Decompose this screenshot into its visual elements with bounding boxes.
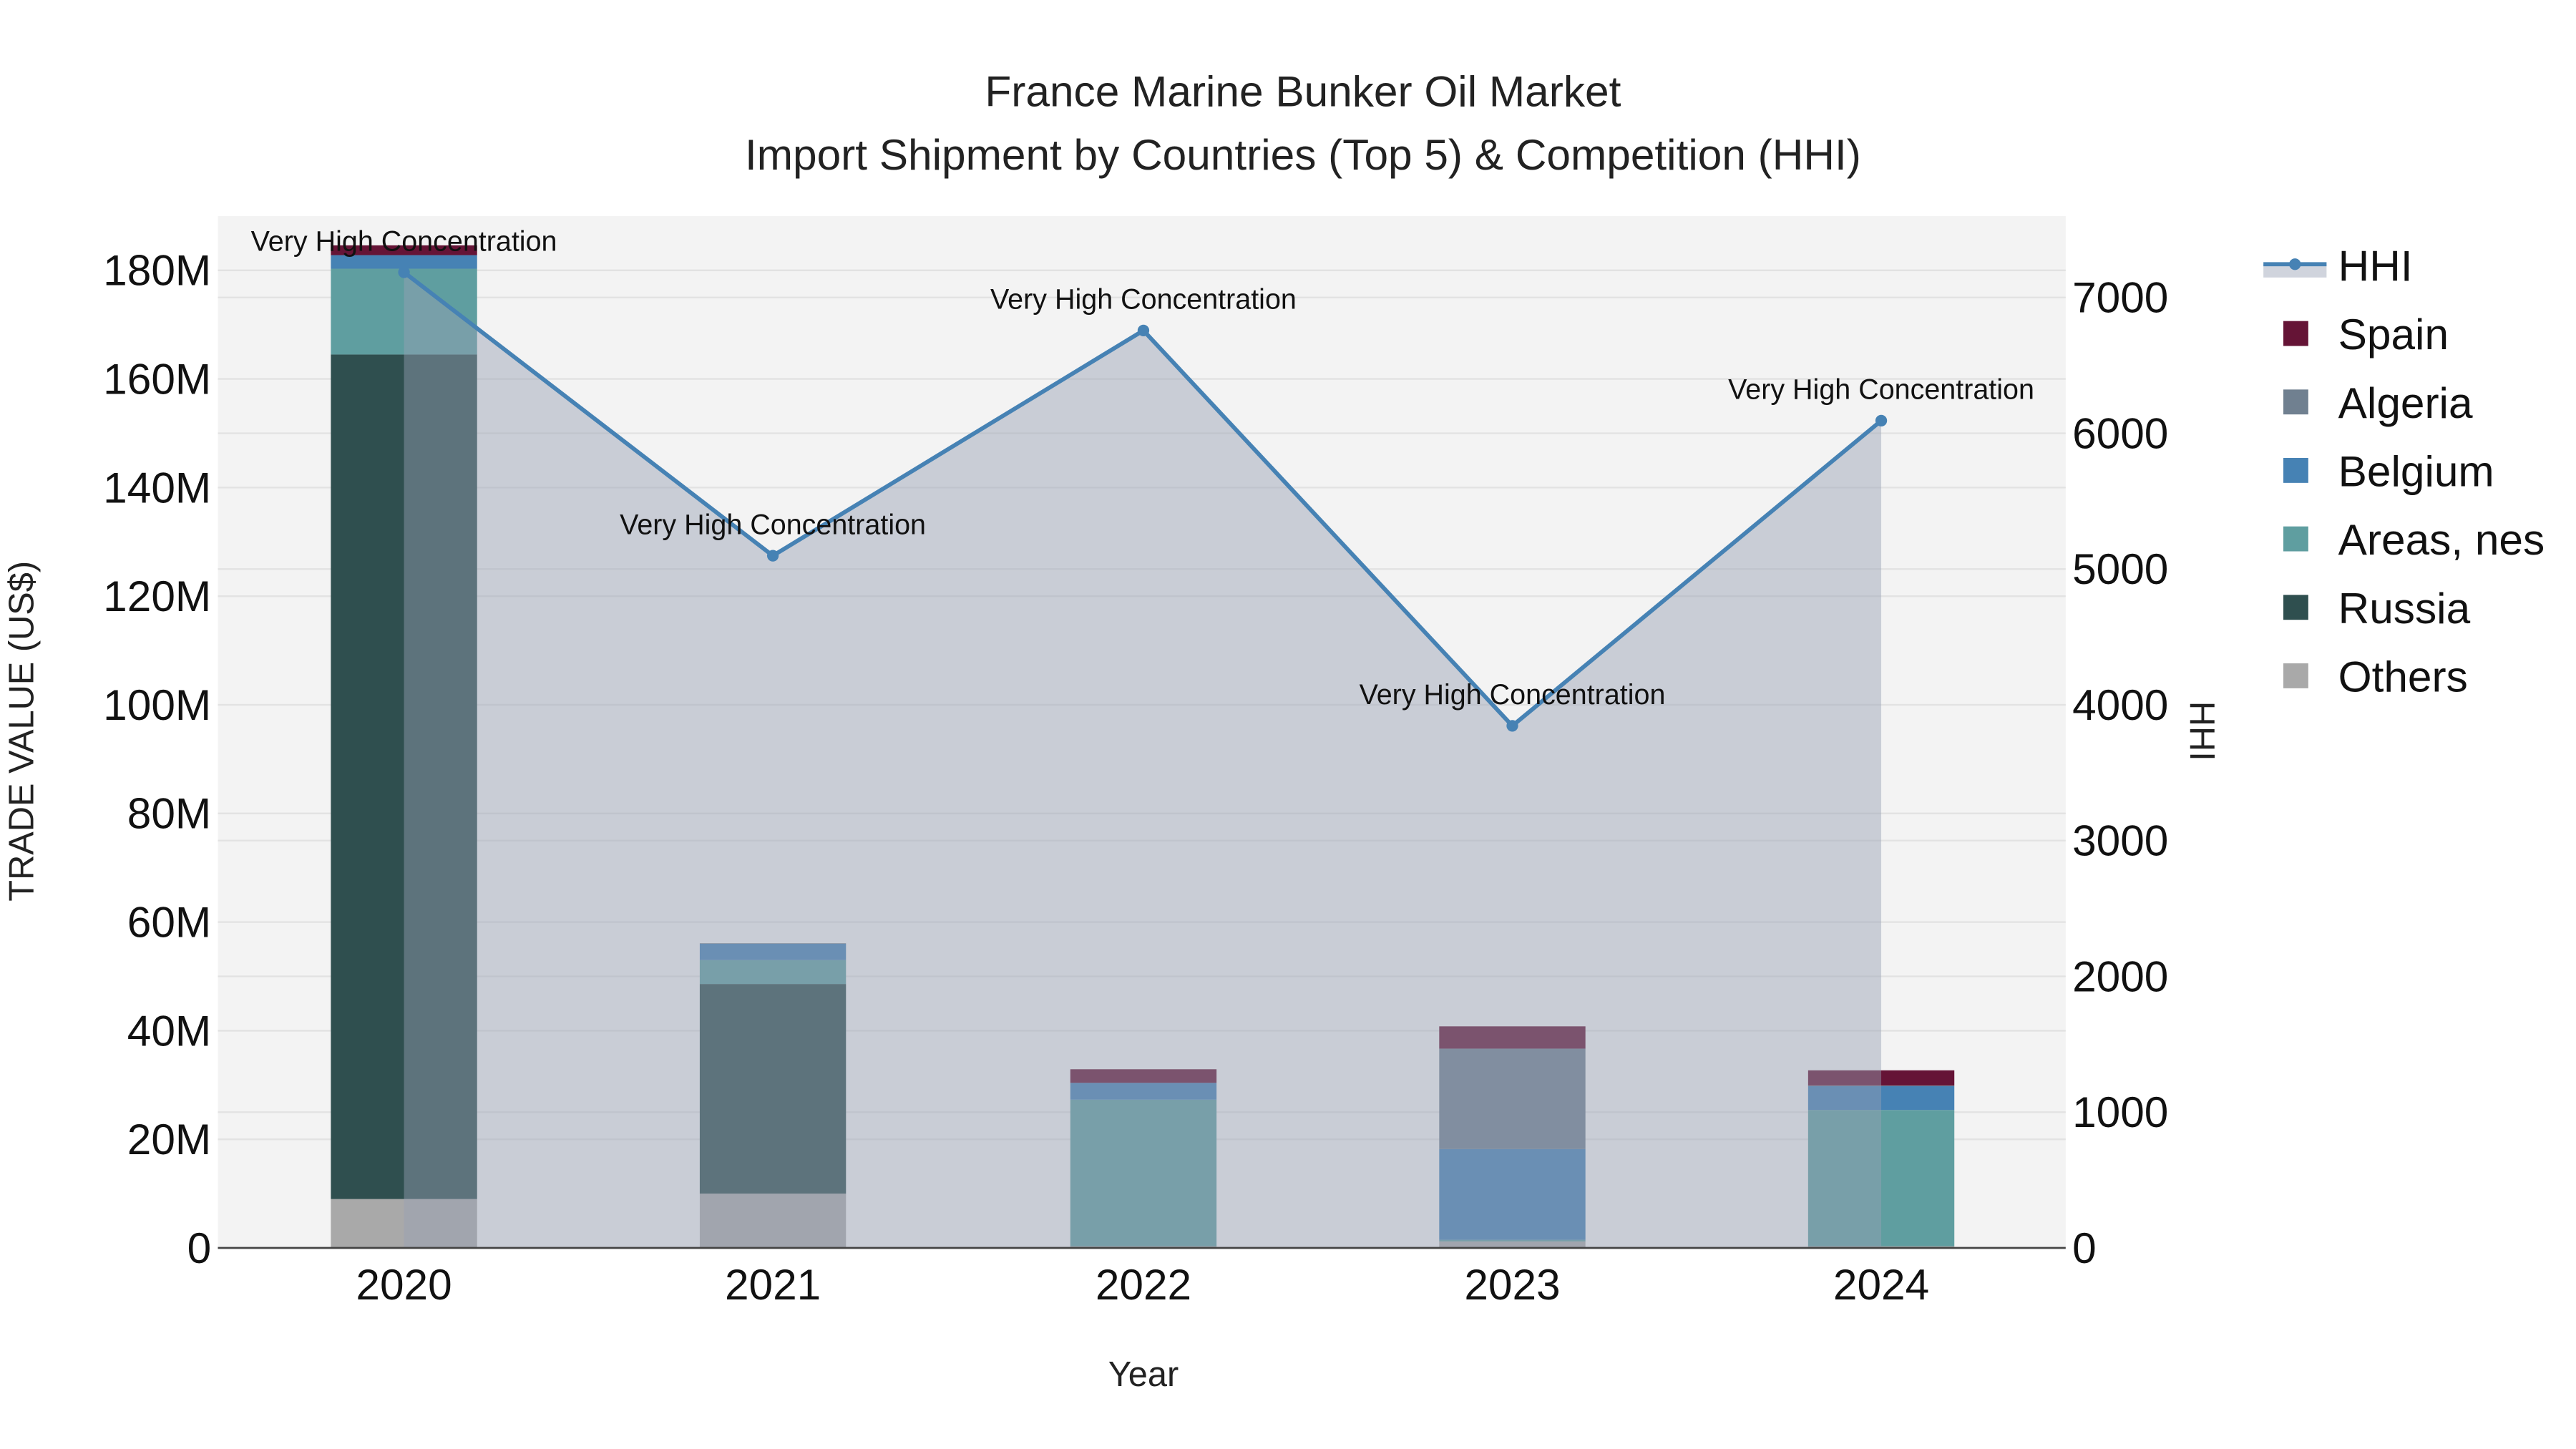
y2-tick-label: 1000 <box>2072 1088 2168 1136</box>
y2-tick-label: 5000 <box>2072 545 2168 593</box>
legend-swatch <box>2283 663 2308 688</box>
x-axis-ticks: 2020 2021 2022 2023 2024 <box>356 1260 1929 1309</box>
legend: HHI Spain Algeria Belgium Areas, nes Russia Ot… <box>2263 241 2545 701</box>
legend-swatch <box>2283 458 2308 483</box>
chart-title: France Marine Bunker Oil Market <box>985 67 1621 116</box>
hhi-annotation-2024: Very High Concentration <box>1728 374 2034 406</box>
y-tick-label: 160M <box>103 354 211 403</box>
hhi-point-2020 <box>398 266 410 278</box>
y2-tick-label: 0 <box>2072 1224 2097 1272</box>
hhi-annotation-2021: Very High Concentration <box>620 509 926 540</box>
y2-tick-label: 4000 <box>2072 680 2168 729</box>
y-tick-label: 0 <box>187 1224 212 1272</box>
chart-subtitle: Import Shipment by Countries (Top 5) & C… <box>745 130 1861 179</box>
legend-item-belgium: Belgium <box>2283 447 2494 495</box>
legend-label: Russia <box>2338 584 2471 633</box>
y-tick-label: 20M <box>127 1115 211 1163</box>
legend-item-russia: Russia <box>2283 584 2471 633</box>
legend-label: Areas, nes <box>2338 515 2545 564</box>
hhi-annotation-2022: Very High Concentration <box>990 284 1297 316</box>
legend-item-areas-nes: Areas, nes <box>2283 515 2545 564</box>
legend-label: Others <box>2338 653 2468 701</box>
hhi-point-2022 <box>1137 324 1150 336</box>
y2-axis-title: HHI <box>2182 701 2221 761</box>
hhi-point-2021 <box>766 550 779 562</box>
y2-tick-label: 3000 <box>2072 816 2168 865</box>
legend-swatch <box>2283 389 2308 415</box>
legend-label: HHI <box>2338 241 2413 290</box>
legend-swatch <box>2283 321 2308 346</box>
x-axis-title: Year <box>1108 1355 1179 1394</box>
x-tick-label: 2022 <box>1096 1260 1191 1309</box>
y2-tick-label: 2000 <box>2072 952 2168 1000</box>
y-tick-label: 80M <box>127 789 211 838</box>
legend-swatch <box>2283 595 2308 620</box>
hhi-annotation-2023: Very High Concentration <box>1360 679 1666 711</box>
legend-label: Spain <box>2338 310 2449 358</box>
legend-label: Algeria <box>2338 379 2473 427</box>
hhi-annotation-2020: Very High Concentration <box>251 225 557 257</box>
y2-axis-ticks: 0 1000 2000 3000 4000 5000 6000 7000 <box>2072 273 2168 1272</box>
y2-tick-label: 7000 <box>2072 273 2168 322</box>
chart: Very High Concentration Very High Concent… <box>3 67 2545 1394</box>
y2-tick-label: 6000 <box>2072 409 2168 457</box>
legend-swatch <box>2283 526 2308 552</box>
y-axis-ticks: 0 20M 40M 60M 80M 100M 120M 140M 160M 180M <box>103 246 211 1272</box>
y-tick-label: 140M <box>103 463 211 512</box>
x-tick-label: 2023 <box>1464 1260 1560 1309</box>
legend-label: Belgium <box>2338 447 2494 495</box>
x-tick-label: 2020 <box>356 1260 452 1309</box>
hhi-point-2023 <box>1506 720 1518 732</box>
y-tick-label: 100M <box>103 680 211 729</box>
legend-item-algeria: Algeria <box>2283 379 2473 427</box>
y-tick-label: 120M <box>103 572 211 620</box>
y-axis-title: TRADE VALUE (US$) <box>3 561 42 902</box>
y-tick-label: 60M <box>127 898 211 947</box>
y-tick-label: 40M <box>127 1006 211 1055</box>
x-tick-label: 2024 <box>1833 1260 1929 1309</box>
legend-item-hhi: HHI <box>2263 241 2413 290</box>
legend-item-spain: Spain <box>2283 310 2449 358</box>
legend-item-others: Others <box>2283 653 2468 701</box>
y-tick-label: 180M <box>103 246 211 295</box>
x-tick-label: 2021 <box>725 1260 821 1309</box>
hhi-point-2024 <box>1875 414 1888 426</box>
legend-swatch-hhi-marker <box>2289 258 2301 270</box>
